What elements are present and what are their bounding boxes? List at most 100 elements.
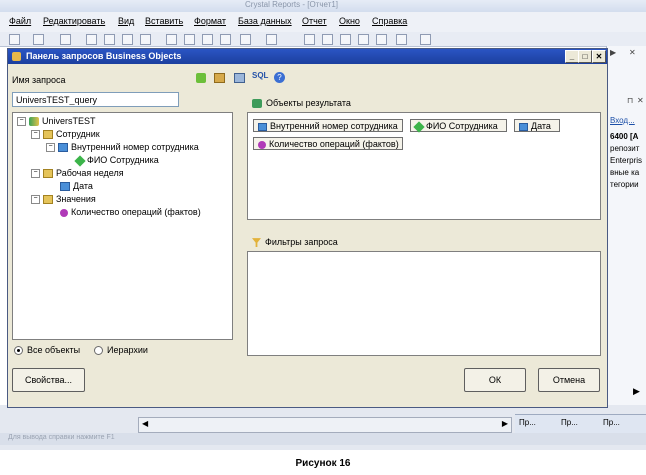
report-explorer-icon[interactable]: [322, 34, 333, 45]
minimize-icon[interactable]: _: [565, 50, 579, 63]
menu-view[interactable]: Вид: [118, 16, 134, 26]
result-objects-icon: [252, 99, 262, 109]
tree-node-universe[interactable]: − UniversTEST: [17, 115, 96, 127]
tree-node-folder-values[interactable]: − Значения: [31, 193, 96, 205]
collapse-icon[interactable]: −: [17, 117, 26, 127]
menu-edit[interactable]: Редактировать: [43, 16, 105, 26]
radio-unselected-icon[interactable]: [94, 346, 103, 356]
result-objects-label: Объекты результата: [252, 98, 351, 109]
enterprise-text: Enterpris: [610, 156, 643, 165]
pin-icon[interactable]: ⊓: [627, 96, 633, 105]
undo-icon[interactable]: [240, 34, 251, 45]
collapse-icon[interactable]: −: [31, 169, 40, 179]
measure-icon: [258, 140, 266, 149]
print-icon[interactable]: [86, 34, 97, 45]
cut-icon[interactable]: [166, 34, 177, 45]
maximize-icon[interactable]: □: [578, 50, 592, 63]
radio-all-objects[interactable]: Все объекты: [14, 345, 80, 356]
tree-node-operations-count[interactable]: Количество операций (фактов): [60, 206, 201, 218]
tree-node-date[interactable]: Дата: [60, 180, 93, 192]
redo-icon[interactable]: [266, 34, 277, 45]
expert-icon[interactable]: [396, 34, 407, 45]
tree-node-folder-employee[interactable]: − Сотрудник: [31, 128, 100, 140]
login-link[interactable]: Вход...: [610, 116, 635, 125]
repository-icon[interactable]: [340, 34, 351, 45]
result-object-date[interactable]: Дата: [514, 119, 560, 132]
panel-tabs: Пр... Пр... Пр...: [515, 414, 646, 433]
result-object-label: Внутренний номер сотрудника: [270, 121, 398, 131]
sql-tool-icon[interactable]: [196, 73, 206, 83]
tree-node-folder-week[interactable]: − Рабочая неделя: [31, 167, 124, 179]
paste-icon[interactable]: [202, 34, 213, 45]
menu-report[interactable]: Отчет: [302, 16, 327, 26]
menu-database[interactable]: База данных: [238, 16, 292, 26]
preview-icon[interactable]: [104, 34, 115, 45]
scroll-left-icon[interactable]: ◀: [142, 419, 148, 428]
export-icon[interactable]: [122, 34, 133, 45]
universe-tree-panel: − UniversTEST − Сотрудник − Внутренний номе…: [12, 112, 233, 340]
collapse-icon[interactable]: −: [31, 195, 40, 205]
close-icon[interactable]: ✕: [629, 48, 636, 57]
cancel-button[interactable]: Отмена: [538, 368, 600, 392]
result-object-label: Количество операций (фактов): [269, 139, 399, 149]
menu-bar: Файл Редактировать Вид Вставить Формат Б…: [0, 12, 646, 32]
radio-hierarchies[interactable]: Иерархии: [94, 345, 148, 356]
query-name-label: Имя запроса: [12, 75, 66, 85]
panel-tab-1[interactable]: Пр...: [519, 418, 536, 427]
tree-node-employee-number[interactable]: − Внутренний номер сотрудника: [46, 141, 199, 153]
repository-side-panel: ▶ ✕ ⊓ ✕ Вход... 6400 [А репозит Enterpri…: [606, 46, 646, 406]
ok-button[interactable]: ОК: [464, 368, 526, 392]
query-filters-panel[interactable]: [247, 251, 601, 356]
result-object-operations-count[interactable]: Количество операций (фактов): [253, 137, 403, 150]
filter-tool-icon[interactable]: [214, 73, 225, 83]
menu-format[interactable]: Формат: [194, 16, 226, 26]
collapse-icon[interactable]: −: [46, 143, 55, 153]
menu-insert[interactable]: Вставить: [145, 16, 183, 26]
dimension-icon: [58, 143, 68, 153]
tree-node-employee-name[interactable]: ФИО Сотрудника: [74, 154, 159, 167]
refresh-icon[interactable]: [140, 34, 151, 45]
radio-hierarchies-label: Иерархии: [107, 345, 148, 355]
field-explorer-icon[interactable]: [304, 34, 315, 45]
view-tool-icon[interactable]: [234, 73, 245, 83]
dimension-icon: [258, 122, 267, 131]
repository-text: репозит: [610, 144, 640, 153]
scroll-right-arrow-icon[interactable]: ▶: [502, 419, 508, 428]
save-icon[interactable]: [60, 34, 71, 45]
help-icon[interactable]: ?: [274, 72, 285, 83]
sql-icon[interactable]: SQL: [252, 71, 268, 80]
collapse-icon[interactable]: −: [31, 130, 40, 140]
horizontal-scrollbar[interactable]: ◀ ▶: [138, 417, 512, 433]
detail-icon: [74, 154, 86, 167]
format-painter-icon[interactable]: [220, 34, 231, 45]
arrow-right-icon[interactable]: ▶: [610, 48, 616, 57]
toolbox-icon[interactable]: [358, 34, 369, 45]
query-name-input[interactable]: [12, 92, 179, 107]
menu-window[interactable]: Окно: [339, 16, 360, 26]
menu-help[interactable]: Справка: [372, 16, 407, 26]
radio-selected-icon[interactable]: [14, 346, 23, 356]
open-icon[interactable]: [33, 34, 44, 45]
scroll-right-icon[interactable]: ▶: [633, 386, 640, 397]
dependency-icon[interactable]: [376, 34, 387, 45]
dimension-icon: [519, 122, 528, 131]
panel-tab-2[interactable]: Пр...: [561, 418, 578, 427]
properties-button[interactable]: Свойства...: [12, 368, 85, 392]
query-filters-title: Фильтры запроса: [265, 237, 338, 247]
copy-icon[interactable]: [184, 34, 195, 45]
panel-tab-3[interactable]: Пр...: [603, 418, 620, 427]
tree-node-label: UniversTEST: [42, 116, 96, 126]
binoculars-icon[interactable]: [420, 34, 431, 45]
result-object-employee-number[interactable]: Внутренний номер сотрудника: [253, 119, 403, 132]
dialog-title-bar[interactable]: Панель запросов Business Objects _ □ ✕: [8, 49, 607, 64]
tree-node-label: Сотрудник: [56, 129, 100, 139]
detail-icon: [413, 120, 425, 133]
result-objects-panel[interactable]: Внутренний номер сотрудника ФИО Сотрудни…: [247, 112, 601, 220]
tree-node-label: Рабочая неделя: [56, 168, 124, 178]
tree-node-label: ФИО Сотрудника: [87, 155, 159, 165]
menu-file[interactable]: Файл: [9, 16, 31, 26]
result-object-employee-name[interactable]: ФИО Сотрудника: [410, 119, 507, 133]
new-icon[interactable]: [9, 34, 20, 45]
panel-close-icon[interactable]: ✕: [637, 96, 644, 105]
close-dialog-icon[interactable]: ✕: [592, 50, 606, 63]
